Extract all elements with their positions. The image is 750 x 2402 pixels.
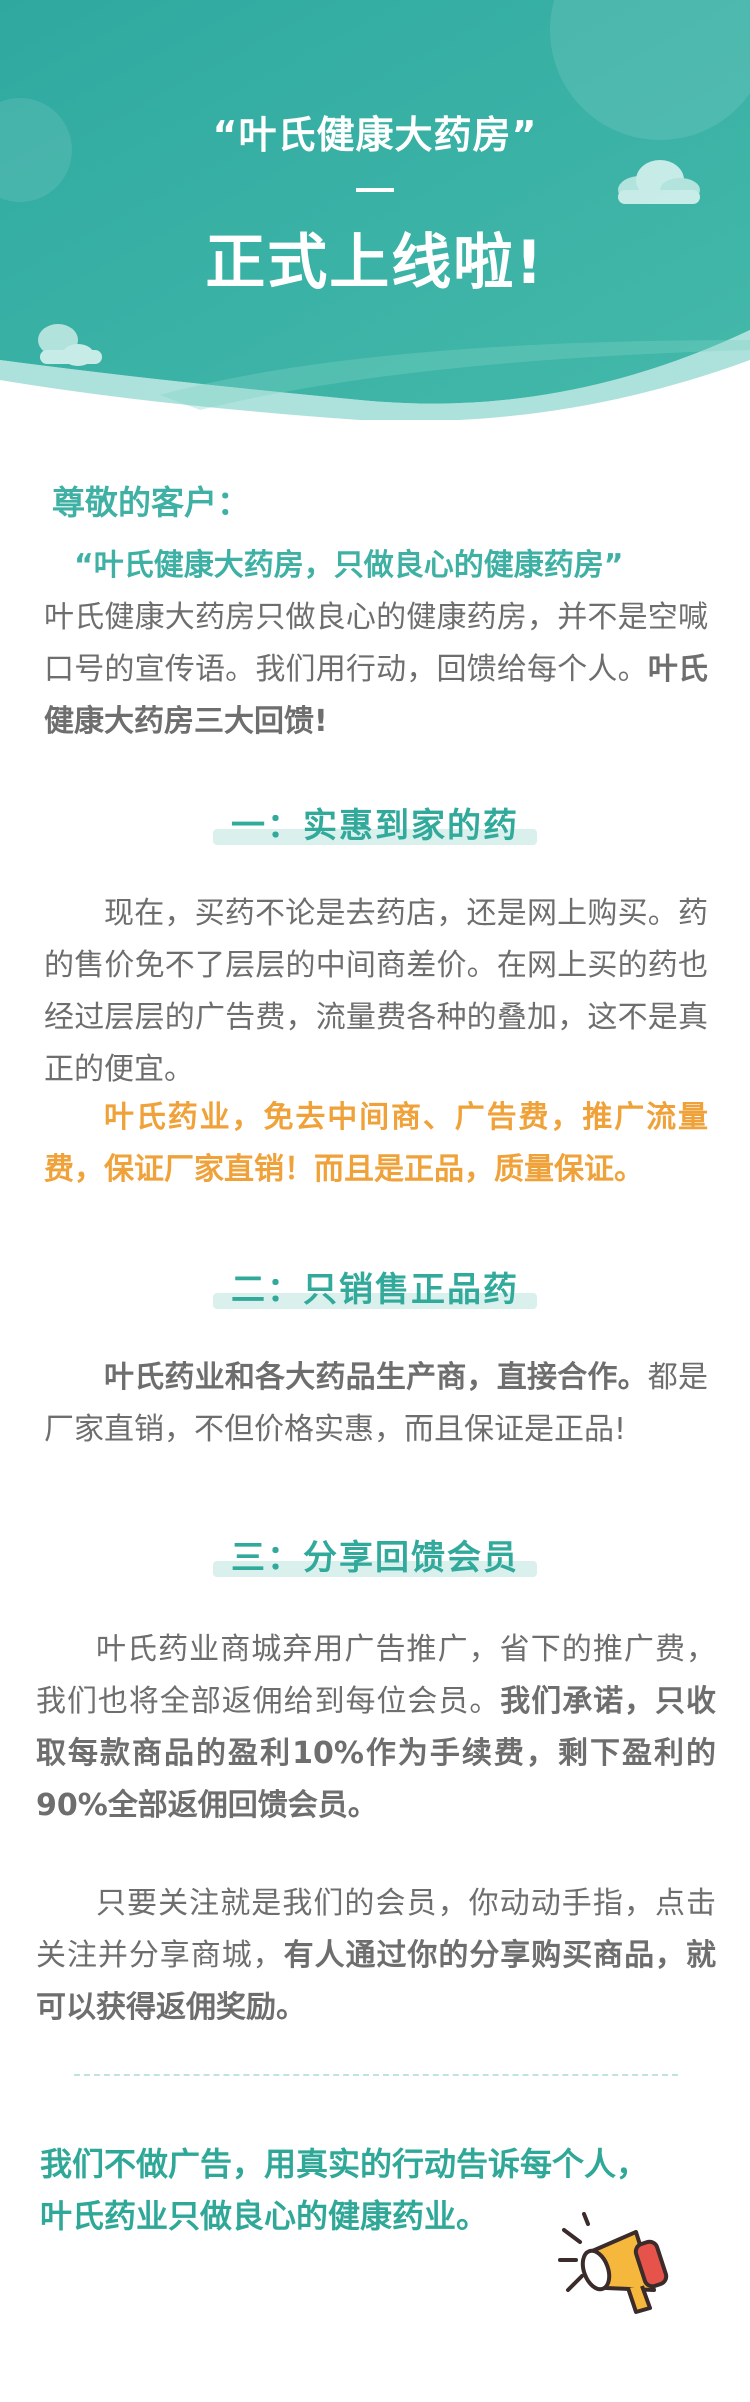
section3-paragraph1: 叶氏药业商城弃用广告推广，省下的推广费，我们也将全部返佣给到每位会员。我们承诺，… — [36, 1624, 716, 1832]
intro-text: 叶氏健康大药房只做良心的健康药房，并不是空喊口号的宣传语。我们用行动，回馈给每个… — [44, 600, 708, 687]
header-title-line1: “叶氏健康大药房” — [212, 113, 538, 157]
section1-title-text: 一：实惠到家的药 — [231, 806, 519, 846]
section2-bold: 叶氏药业和各大药品生产商，直接合作。 — [104, 1360, 648, 1395]
section3-title: 三：分享回馈会员 — [0, 1530, 750, 1579]
intro-slogan: “叶氏健康大药房，只做良心的健康药房” — [74, 548, 624, 583]
dashed-divider — [74, 2074, 678, 2076]
section3-title-text: 三：分享回馈会员 — [231, 1538, 519, 1578]
intro-paragraph: “叶氏健康大药房，只做良心的健康药房” 叶氏健康大药房只做良心的健康药房，并不是… — [44, 540, 708, 748]
section2-title-text: 二：只销售正品药 — [231, 1270, 519, 1310]
header-background — [0, 0, 750, 420]
section1-title: 一：实惠到家的药 — [0, 798, 750, 847]
section1-text: 现在，买药不论是去药店，还是网上购买。药的售价免不了层层的中间商差价。在网上买的… — [44, 896, 708, 1087]
closing-line1: 我们不做广告，用真实的行动告诉每个人， — [40, 2145, 649, 2183]
megaphone-icon — [558, 2212, 669, 2314]
header-dash — [356, 188, 394, 192]
header-title-line2: 正式上线啦! — [205, 228, 545, 298]
header-banner: “叶氏健康大药房” 正式上线啦! — [0, 0, 750, 420]
section2-paragraph: 叶氏药业和各大药品生产商，直接合作。都是厂家直销，不但价格实惠，而且保证是正品! — [44, 1352, 708, 1456]
greeting: 尊敬的客户： — [52, 483, 250, 522]
section1-highlight: 叶氏药业，免去中间商、广告费，推广流量费，保证厂家直销！而且是正品，质量保证。 — [44, 1100, 708, 1187]
section3-paragraph2: 只要关注就是我们的会员，你动动手指，点击关注并分享商城，有人通过你的分享购买商品… — [36, 1878, 716, 2034]
section2-title: 二：只销售正品药 — [0, 1262, 750, 1311]
